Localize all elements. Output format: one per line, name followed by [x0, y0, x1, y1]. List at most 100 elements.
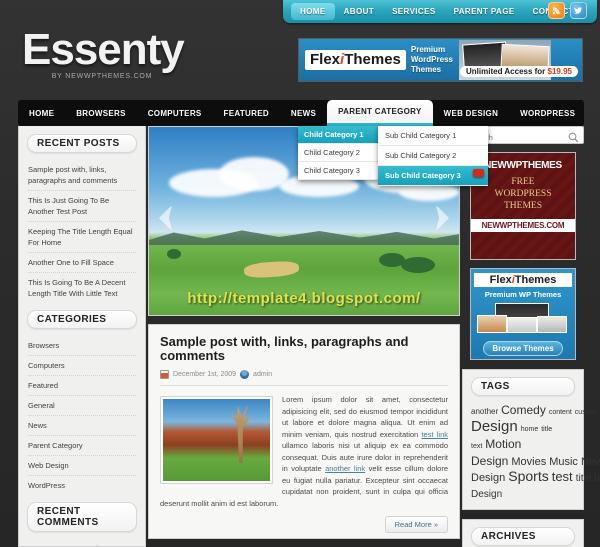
screenshot-shape — [477, 315, 507, 333]
widget-divider — [19, 495, 145, 502]
menu-item-child-category-3[interactable]: Child Category 3 — [298, 162, 378, 180]
tag-link[interactable]: another — [471, 407, 498, 416]
list-item[interactable]: Another One to Fill Space — [28, 253, 136, 273]
tag-link[interactable]: Comedy — [501, 403, 546, 417]
banner-line-2: WordPress — [410, 55, 453, 64]
tag-link[interactable]: custom — [575, 409, 598, 416]
ad-newwpthemes-title: NEWWPTHEMES — [484, 160, 562, 171]
list-item[interactable]: Computers — [28, 356, 136, 376]
list-item[interactable]: This Is Just Going To Be Another Test Po… — [28, 191, 136, 222]
slider-prev-arrow-icon[interactable] — [155, 205, 177, 231]
site-title: Essenty — [22, 25, 185, 74]
topnav-item-home[interactable]: HOME — [291, 3, 335, 20]
list-item[interactable]: WordPress — [28, 476, 136, 495]
post-body: Lorem ipsum dolor sit amet, consectetur … — [160, 394, 448, 533]
main-menu: HOME BROWSERS COMPUTERS FEATURED NEWS PA… — [18, 100, 584, 126]
ad-flexithemes-brand: FlexiThemes — [474, 273, 572, 287]
tag-link[interactable]: test — [552, 469, 573, 484]
list-item[interactable]: Keeping The Title Length Equal For Home — [28, 222, 136, 253]
calendar-icon — [160, 370, 169, 379]
widget-title-tags: TAGS — [471, 377, 575, 396]
tag-link[interactable]: Music — [549, 456, 578, 468]
menu-item-news[interactable]: NEWS — [280, 100, 327, 126]
menu-item-browsers[interactable]: BROWSERS — [65, 100, 137, 126]
menu-item-child-category-2[interactable]: Child Category 2 — [298, 144, 378, 162]
banner-brand-suffix: Themes — [344, 51, 401, 68]
read-more-button[interactable]: Read More » — [384, 516, 448, 533]
list-item[interactable]: General — [28, 396, 136, 416]
right-sidebar: NEWWPTHEMES FREE WORDPRESS THEMES NEWWPT… — [462, 126, 600, 547]
menu-item-web-design[interactable]: WEB DESIGN — [433, 100, 510, 126]
menu-item-computers[interactable]: COMPUTERS — [137, 100, 213, 126]
menu-item-sub-child-category-1[interactable]: Sub Child Category 1 — [378, 126, 488, 146]
menu-item-parent-category[interactable]: PARENT CATEGORY — [327, 100, 433, 126]
list-item[interactable]: This Is Going To Be A Decent Length Titl… — [28, 273, 136, 303]
post-inline-link-2[interactable]: another link — [325, 464, 365, 473]
tree-shape — [230, 404, 252, 463]
search-icon[interactable] — [568, 130, 579, 143]
sub-category-dropdown-menu: Sub Child Category 1 Sub Child Category … — [378, 126, 488, 186]
list-item[interactable]: Sample post with, links, paragraphs and … — [28, 160, 136, 191]
list-item[interactable]: Browsers — [28, 336, 136, 356]
browse-themes-button[interactable]: Browse Themes — [483, 341, 563, 356]
twitter-icon[interactable] — [570, 2, 587, 19]
widget-title-recent-comments: RECENT COMMENTS — [27, 502, 137, 532]
bush-shape — [167, 249, 181, 259]
widget-title-recent-posts: RECENT POSTS — [27, 134, 137, 153]
menu-item-featured[interactable]: FEATURED — [213, 100, 280, 126]
topnav-item-services[interactable]: SERVICES — [383, 3, 445, 20]
tag-link[interactable]: title — [576, 473, 592, 484]
content-wrapper: RECENT POSTS Sample post with, links, pa… — [18, 126, 600, 547]
header-banner-ad[interactable]: FlexiThemes Premium WordPress Themes Unl… — [298, 38, 583, 82]
tag-link[interactable]: update — [594, 473, 600, 484]
mouse-cursor-icon — [473, 169, 484, 177]
ad-newwpthemes-lines: FREE WORDPRESS THEMES — [475, 176, 571, 212]
widget-archives: ARCHIVES December 2009 December 2008 — [462, 519, 584, 547]
widget-divider — [19, 303, 145, 310]
category-dropdown-menu: Child Category 1 Child Category 2 Child … — [298, 126, 378, 180]
tag-link[interactable]: News — [581, 456, 600, 468]
menu-item-home[interactable]: HOME — [18, 100, 65, 126]
main-content: http://template4.blogspot.com/ Sample po… — [148, 126, 460, 539]
menu-item-wordpress[interactable]: WORDPRESS — [509, 100, 586, 126]
ad-flexithemes[interactable]: FlexiThemes Premium WP Themes Browse The… — [470, 268, 576, 360]
rss-icon[interactable] — [548, 2, 565, 19]
ad-flexithemes-screenshots — [477, 303, 569, 335]
banner-brand-prefix: Flex — [310, 51, 341, 68]
bush-shape — [401, 257, 435, 273]
ad-flexithemes-subtitle: Premium WP Themes — [484, 290, 562, 299]
post-thumbnail[interactable] — [160, 396, 273, 484]
menu-item-sub-child-category-3[interactable]: Sub Child Category 3 — [378, 166, 488, 186]
list-item[interactable]: News — [28, 416, 136, 436]
ad-line-3: THEMES — [504, 201, 542, 211]
post-title[interactable]: Sample post with, links, paragraphs and … — [160, 335, 448, 363]
post-inline-link-1[interactable]: test link — [421, 430, 448, 439]
banner-price-value: $19.95 — [547, 67, 572, 76]
site-logo[interactable]: Essenty BY NEWWPTHEMES.COM — [22, 25, 185, 81]
ad-newwpthemes-url: NEWWPTHEMES.COM — [471, 219, 575, 232]
menu-item-sub-child-category-2[interactable]: Sub Child Category 2 — [378, 146, 488, 166]
tag-link[interactable]: home — [521, 426, 539, 433]
recent-comments-list: Some Guest User: There are many variatio… — [19, 539, 145, 546]
slider-next-arrow-icon[interactable] — [431, 205, 453, 231]
tag-link[interactable]: Movies — [511, 456, 546, 468]
ad-brand-prefix: Flex — [489, 274, 512, 286]
slider-watermark: http://template4.blogspot.com/ — [187, 290, 421, 307]
tag-link[interactable]: Sports — [508, 468, 548, 484]
banner-line-1: Premium — [410, 45, 446, 54]
topnav-item-parent-page[interactable]: PARENT PAGE — [445, 3, 524, 20]
list-item[interactable]: Some Guest User: There are many variatio… — [28, 539, 136, 546]
topnav-item-about[interactable]: ABOUT — [335, 3, 383, 20]
post-author[interactable]: admin — [253, 371, 272, 378]
post-thumbnail-image — [163, 399, 270, 481]
list-item[interactable]: Parent Category — [28, 436, 136, 456]
widget-title-categories: CATEGORIES — [27, 310, 137, 329]
menu-item-label: Sub Child Category 3 — [385, 171, 461, 180]
widget-tags: TAGS anotherComedycontentcustomfieldsele… — [462, 369, 600, 510]
list-item[interactable]: Featured — [28, 376, 136, 396]
menu-item-child-category-1[interactable]: Child Category 1 — [298, 126, 378, 144]
list-item[interactable]: Web Design — [28, 456, 136, 476]
page-root: HOME ABOUT SERVICES PARENT PAGE CONTACTS… — [0, 0, 600, 547]
user-icon — [240, 370, 250, 379]
tag-link[interactable]: content — [549, 409, 572, 416]
